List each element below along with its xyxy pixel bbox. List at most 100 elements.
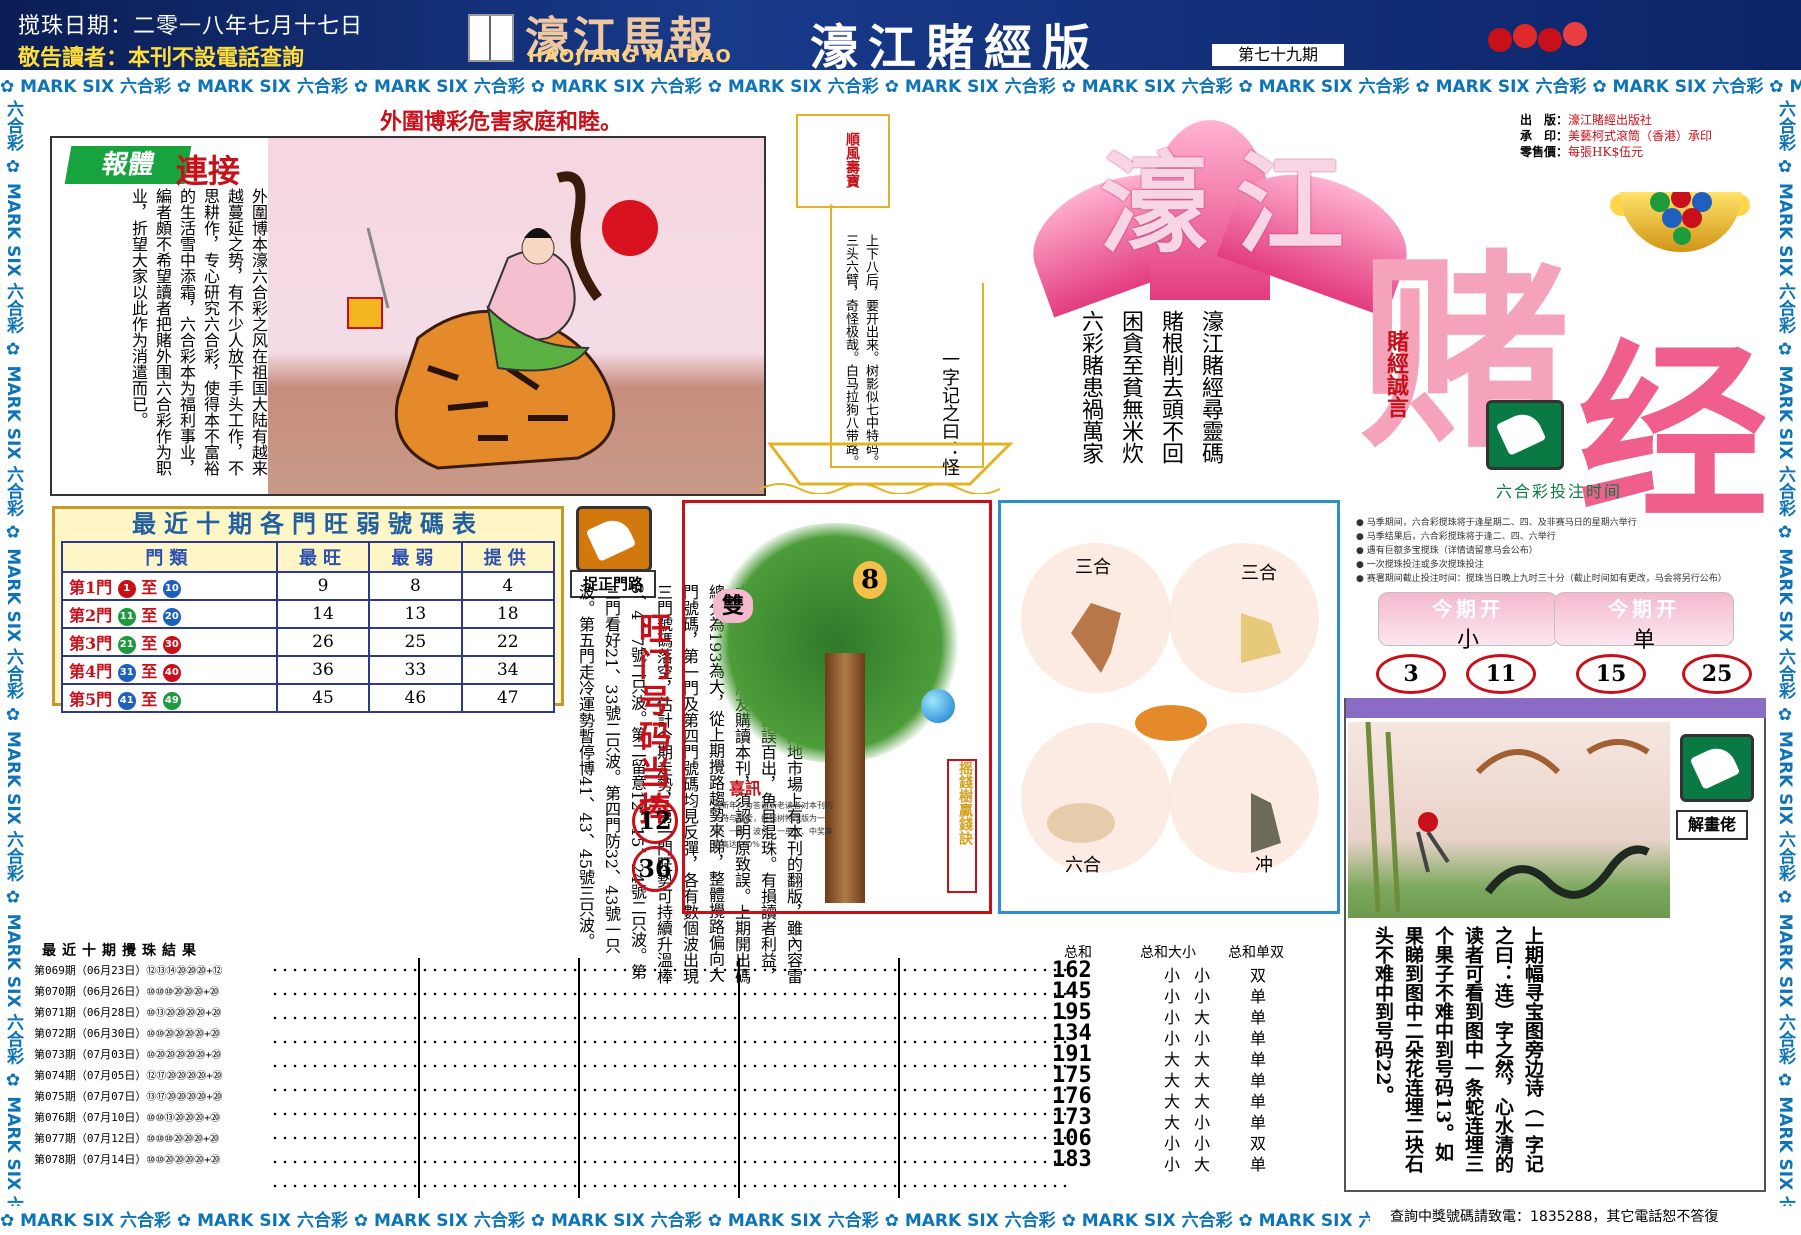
gem-bowl-icon [1620, 188, 1742, 252]
gate-ball-to: 40 [162, 663, 181, 682]
result-numbers: ⑩⑩⑬⑳⑳⑳+⑳ [146, 1113, 221, 1124]
gate-ball-from: 21 [117, 635, 136, 654]
result-numbers: ⑩⑩⑳⑳⑳⑳+⑳ [146, 1155, 221, 1166]
publisher-label: 出 版： [1520, 113, 1569, 127]
top-border-band: ✿ MARK SIX 六合彩 ✿ MARK SIX 六合彩 ✿ MARK SIX… [0, 77, 1801, 97]
result-numbers: ⑬⑰⑳⑳⑳⑳+⑳ [146, 1092, 223, 1103]
gate-stats-title: 最近十期各門旺弱號碼表 [132, 509, 484, 538]
gems-icon [1650, 188, 1712, 245]
publisher-info: 出 版：濠江賭經出版社 承 印：美藝柯式滾筒（香港）承印 零售價：每張HK$伍元 [1520, 112, 1712, 160]
gate-ball-from: 1 [117, 579, 136, 598]
verse-line: 困貪至貧無米炊 [1118, 310, 1143, 464]
tip-cell: 34 [460, 655, 556, 685]
today-number: 11 [1466, 654, 1536, 694]
hotline-notice: 查詢中獎號碼請致電：1835288，其它電話恕不答復 [1390, 1209, 1719, 1225]
panel-bar [1346, 698, 1766, 718]
result-issue: 第070期（06月26日） [34, 985, 147, 998]
gate-ball-to: 30 [162, 635, 181, 654]
money-tree-panel: 雙 8 喜訊 迎新年！为答谢新老读者对本刊的支持与厚爱，摇钱树特改版为一肖、一尾… [682, 500, 992, 914]
rule-item: ● 马季期间，六合彩搅珠将于逢星期二、四、及非赛马日的星期六举行 [1356, 518, 1637, 528]
result-issue: 第072期（06月30日） [34, 1027, 147, 1040]
gate-cell: 第5門 41 至 49 [61, 683, 278, 713]
cold-cell: 46 [368, 683, 463, 713]
cold-cell: 8 [368, 571, 463, 601]
rule-item: ● 赛署期间截止投注时间：搅珠当日晚上九时三十分（截止时间如有更改，马会将另行公… [1356, 574, 1727, 584]
hot-cell: 9 [275, 571, 371, 601]
bet-time-title: 六合彩投注时间 [1496, 482, 1623, 501]
sailboat-poem-illustration: 順風壽寶 上下八后，要开出来。树影似七中特码。三头六臂，奇怪极哉。白马拉狗八带路… [760, 104, 1020, 494]
verse-line: 賭根削去頭不回 [1158, 310, 1183, 464]
bottom-border-band: ✿ MARK SIX 六合彩 ✿ MARK SIX 六合彩 ✿ MARK SIX… [0, 1211, 1370, 1231]
brand-subtitle: HAOJIANG MA BAO [528, 46, 732, 67]
hot-cell: 45 [275, 683, 371, 713]
gate-cell: 第2門 11 至 20 [61, 599, 278, 629]
tiger-rider-illustration [268, 138, 764, 494]
table-row: 第4門 31 至 40 36 33 34 [61, 655, 556, 685]
panel-article: 外圍博本濠六合彩之风在祖国大陆有越来越蔓延之势，有不少人放下手头工作，不思耕作，… [129, 188, 268, 476]
gate-ball-from: 41 [117, 691, 136, 710]
results-dot-grid [270, 958, 1070, 1198]
result-issue: 第076期（07月10日） [34, 1111, 147, 1124]
recent-results-panel: 最近十期攪珠結果 第069期（06月23日）⑫⑬⑭⑳⑳⑳+⑫ 第070期（06月2… [34, 940, 1092, 1202]
result-numbers: ⑩⑩⑳⑳⑳⑳+⑳ [146, 1029, 221, 1040]
today-number: 3 [1376, 654, 1446, 694]
ship-hull-icon [760, 442, 1014, 494]
today-number: 25 [1682, 654, 1752, 694]
tree-fruit-number: 8 [853, 561, 887, 599]
lottery-balls-icon [1488, 22, 1587, 52]
today-key: 今期开 [1608, 597, 1680, 621]
table-row: 第5門 41 至 49 45 46 47 [61, 683, 556, 713]
result-issue: 第077期（07月12日） [34, 1132, 147, 1145]
result-sum: 183 [1052, 1147, 1092, 1172]
logo-title-haojiang: 濠江 [1100, 142, 1373, 268]
result-numbers: ⑫⑰⑳⑳⑳⑳+⑳ [146, 1071, 223, 1082]
left-border-band: 六合彩 ✿ MARK SIX 六合彩 ✿ MARK SIX 六合彩 ✿ MARK… [3, 100, 23, 1206]
draw-date: 搅珠日期：二零一八年七月十七日 [18, 14, 364, 39]
gate-name: 第5門 [69, 690, 113, 709]
result-numbers: ⑫⑬⑭⑳⑳⑳+⑫ [146, 966, 223, 977]
result-bs2: 大 [1194, 1155, 1211, 1174]
snake-icon [1365, 721, 1650, 913]
ship-flag-text: 順風壽寶 [844, 132, 860, 188]
zodiac-relations-panel: 三合 三合 六合 冲 [998, 500, 1340, 914]
result-issue: 第073期（07月03日） [34, 1048, 147, 1061]
tree-trunk [825, 653, 865, 903]
result-issue: 第075期（07月07日） [34, 1090, 147, 1103]
puzzle-label: 解畫佬 [1676, 810, 1748, 840]
gate-ball-from: 31 [117, 663, 136, 682]
bet-rules-list: ● 马季期间，六合彩搅珠将于逢星期二、四、及非赛马日的星期六举行 ● 马季结果后… [1356, 516, 1727, 586]
today-prediction: 今期开 小 今期开 单 [1378, 592, 1752, 653]
gambling-classic-logo: 濠江 赌 经 濠江賭經尋靈碼 賭根削去頭不回 困貪至貧無米炊 六彩賭患禍萬家 賭… [1016, 100, 1768, 545]
tiger-icon [347, 171, 616, 470]
tree-fruit-label: 雙 [713, 589, 753, 623]
result-numbers: ⑩⑬⑳⑳⑳⑳+⑳ [146, 1008, 222, 1019]
good-news-text: 迎新年！为答谢新老读者对本刊的支持与厚爱，摇钱树特改版为一肖、一尾、波色、一单双… [713, 801, 833, 849]
hot-cell: 14 [275, 599, 371, 629]
column-header: 提供 [460, 541, 556, 573]
logo-title-jing: 经 [1578, 322, 1769, 545]
result-row: 第078期（07月14日）⑩⑩⑳⑳⑳⑳+⑳ [34, 1151, 264, 1175]
result-od: 单 [1250, 1155, 1267, 1174]
table-row: 第2門 11 至 20 14 13 18 [61, 599, 556, 629]
parity-column-header: 总和单双 [1228, 945, 1284, 961]
hot-cell: 36 [275, 655, 371, 685]
gate-stats-panel: 最近十期各門旺弱號碼表 門類 最旺 最弱 提供 第1門 1 至 10 9 8 4 第2… [52, 506, 564, 713]
masthead: 搅珠日期：二零一八年七月十七日 敬告讀者：本刊不設電話查詢 濠江馬報 HAOJI… [0, 0, 1801, 76]
verse-line: 六彩賭患禍萬家 [1078, 310, 1103, 464]
printer-label: 承 印： [1520, 129, 1569, 143]
price-value: 每張HK$伍元 [1568, 145, 1644, 159]
tip-cell: 47 [460, 683, 556, 713]
verse-line: 濠江賭經尋靈碼 [1198, 310, 1223, 464]
key-hand-icon [576, 506, 652, 572]
gate-cell: 第4門 31 至 40 [61, 655, 278, 685]
cold-cell: 33 [368, 655, 463, 685]
hot-cell: 26 [275, 627, 371, 657]
results-title: 最近十期攪珠結果 [42, 943, 202, 959]
panel-tag: 報體 連接 [58, 146, 248, 190]
sports-link-panel: 報體 連接 外圍博本濠六合彩之风在祖国大陆有越来越蔓延之势，有不少人放下手头工作… [50, 136, 766, 496]
gambling-warning: 外圍博彩危害家庭和睦。 [380, 109, 623, 135]
rule-item: ● 马季结果后，六合彩搅珠将于逢二、四、六举行 [1356, 532, 1556, 542]
today-number: 15 [1576, 654, 1646, 694]
snake-hunter-illustration [1348, 721, 1670, 918]
blue-ball-icon [921, 689, 955, 723]
